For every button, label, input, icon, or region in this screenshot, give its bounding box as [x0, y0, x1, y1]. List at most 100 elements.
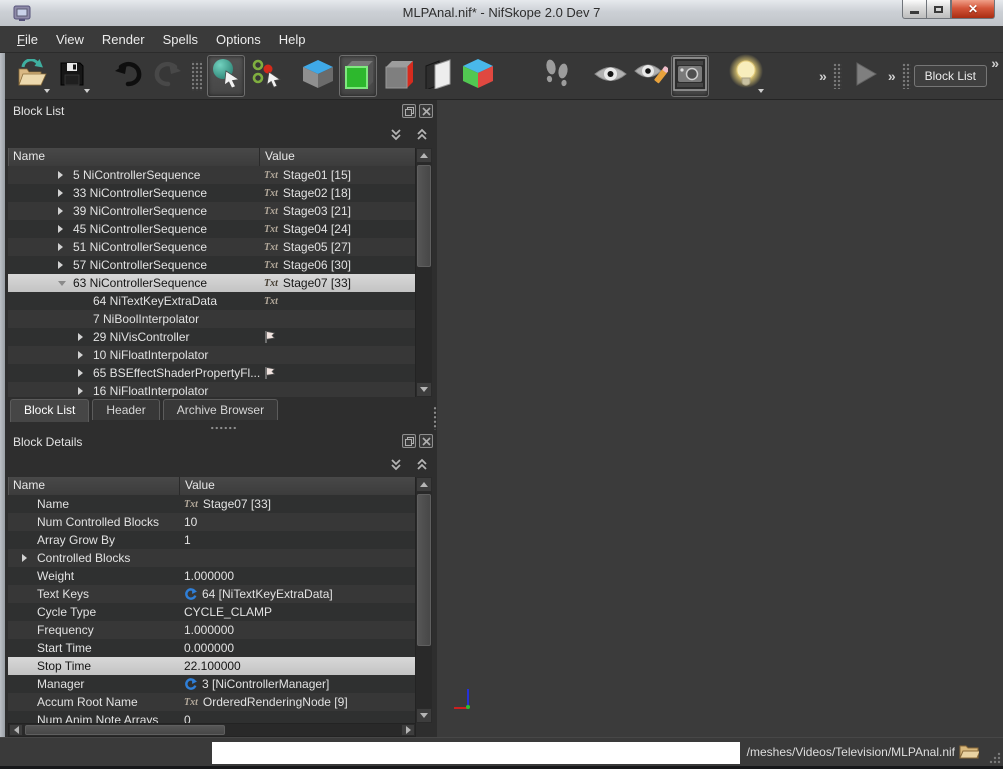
column-header-value[interactable]: Value: [260, 148, 415, 166]
close-panel-button[interactable]: [419, 434, 433, 448]
block-list-row[interactable]: 7 NiBoolInterpolator: [8, 310, 415, 328]
undo-button[interactable]: [109, 55, 147, 97]
expander-collapsed-icon[interactable]: [58, 171, 73, 179]
rgb-cube-button[interactable]: [459, 55, 497, 97]
eye-button[interactable]: [591, 55, 629, 97]
toolbar-extension-chevron[interactable]: »: [991, 56, 999, 70]
block-details-row[interactable]: Controlled Blocks: [8, 549, 415, 567]
expander-collapsed-icon[interactable]: [22, 554, 37, 562]
close-panel-button[interactable]: [419, 104, 433, 118]
toolbar-drag-handle[interactable]: [833, 63, 842, 89]
block-list-row[interactable]: 65 BSEffectShaderPropertyFl...: [8, 364, 415, 382]
cube-red-side-button[interactable]: [379, 55, 417, 97]
minimize-button[interactable]: [902, 0, 927, 19]
horizontal-splitter-handle[interactable]: [210, 426, 238, 430]
scroll-thumb[interactable]: [417, 494, 431, 646]
column-header-value[interactable]: Value: [180, 477, 415, 495]
scroll-down-button[interactable]: [416, 382, 432, 397]
expander-collapsed-icon[interactable]: [58, 189, 73, 197]
camera-button[interactable]: [671, 55, 709, 97]
block-list-row[interactable]: 57 NiControllerSequenceTxtStage06 [30]: [8, 256, 415, 274]
statusbar-blank-field[interactable]: [212, 742, 740, 764]
block-list-row[interactable]: 5 NiControllerSequenceTxtStage01 [15]: [8, 166, 415, 184]
block-details-row[interactable]: Accum Root NameTxtOrderedRenderingNode […: [8, 693, 415, 711]
block-list-row[interactable]: 64 NiTextKeyExtraDataTxt: [8, 292, 415, 310]
menu-item-file[interactable]: File: [8, 29, 47, 50]
collapse-all-button[interactable]: [413, 126, 431, 144]
block-list-row[interactable]: 63 NiControllerSequenceTxtStage07 [33]: [8, 274, 415, 292]
expand-all-button[interactable]: [387, 126, 405, 144]
cube-blue-top-button[interactable]: [299, 55, 337, 97]
scroll-up-button[interactable]: [416, 477, 432, 492]
block-list-row[interactable]: 39 NiControllerSequenceTxtStage03 [21]: [8, 202, 415, 220]
tab-header[interactable]: Header: [92, 399, 159, 420]
block-details-row[interactable]: Weight1.000000: [8, 567, 415, 585]
overflow-chevron[interactable]: »: [888, 69, 896, 83]
block-details-vscrollbar[interactable]: [415, 477, 432, 723]
block-details-row[interactable]: NameTxtStage07 [33]: [8, 495, 415, 513]
eye-edit-button[interactable]: [631, 55, 669, 97]
block-details-hscrollbar[interactable]: [8, 723, 416, 737]
block-list-row[interactable]: 33 NiControllerSequenceTxtStage02 [18]: [8, 184, 415, 202]
column-header-name[interactable]: Name: [8, 148, 260, 166]
float-panel-button[interactable]: [402, 434, 416, 448]
footprints-button[interactable]: [537, 55, 575, 97]
scroll-down-button[interactable]: [416, 708, 432, 723]
block-details-row[interactable]: Frequency1.000000: [8, 621, 415, 639]
maximize-button[interactable]: [926, 0, 951, 19]
scroll-thumb[interactable]: [417, 165, 431, 267]
scroll-left-button[interactable]: [9, 724, 23, 736]
block-details-row[interactable]: Num Anim Note Arrays0: [8, 711, 415, 723]
redo-button[interactable]: [149, 55, 187, 97]
expander-collapsed-icon[interactable]: [58, 207, 73, 215]
block-list-toolbar-button[interactable]: Block List: [914, 65, 987, 87]
open-folder-button[interactable]: [959, 743, 979, 760]
block-details-row[interactable]: Array Grow By1: [8, 531, 415, 549]
expander-collapsed-icon[interactable]: [78, 369, 93, 377]
scroll-up-button[interactable]: [416, 148, 432, 163]
expander-collapsed-icon[interactable]: [58, 225, 73, 233]
expander-collapsed-icon[interactable]: [78, 333, 93, 341]
block-details-row[interactable]: Manager3 [NiControllerManager]: [8, 675, 415, 693]
lightbulb-button[interactable]: [727, 55, 765, 97]
block-list-row[interactable]: 16 NiFloatInterpolator: [8, 382, 415, 397]
scroll-right-button[interactable]: [401, 724, 415, 736]
block-list-row[interactable]: 45 NiControllerSequenceTxtStage04 [24]: [8, 220, 415, 238]
expander-collapsed-icon[interactable]: [58, 261, 73, 269]
expander-collapsed-icon[interactable]: [58, 243, 73, 251]
block-details-row[interactable]: Start Time0.000000: [8, 639, 415, 657]
expand-all-button[interactable]: [387, 456, 405, 474]
titlebar[interactable]: MLPAnal.nif* - NifSkope 2.0 Dev 7 ✕: [0, 0, 1003, 27]
block-details-row[interactable]: Stop Time22.100000: [8, 657, 415, 675]
block-details-row[interactable]: Cycle TypeCYCLE_CLAMP: [8, 603, 415, 621]
block-list-vscrollbar[interactable]: [415, 148, 432, 397]
block-list-row[interactable]: 10 NiFloatInterpolator: [8, 346, 415, 364]
menu-item-render[interactable]: Render: [93, 29, 154, 50]
double-sided-button[interactable]: [419, 55, 457, 97]
expander-collapsed-icon[interactable]: [78, 351, 93, 359]
overflow-chevron[interactable]: »: [819, 69, 827, 83]
menu-item-view[interactable]: View: [47, 29, 93, 50]
expander-expanded-icon[interactable]: [58, 281, 73, 286]
resize-grip[interactable]: [989, 751, 1001, 763]
save-button[interactable]: [53, 55, 91, 97]
menu-item-spells[interactable]: Spells: [154, 29, 207, 50]
scroll-thumb[interactable]: [25, 725, 225, 735]
close-button[interactable]: ✕: [951, 0, 995, 19]
render-viewport[interactable]: [437, 100, 1003, 737]
block-details-row[interactable]: Num Controlled Blocks10: [8, 513, 415, 531]
play-button[interactable]: [846, 55, 884, 97]
column-header-name[interactable]: Name: [8, 477, 180, 495]
select-object-button[interactable]: [207, 55, 245, 97]
block-list-row[interactable]: 29 NiVisController: [8, 328, 415, 346]
block-details-row[interactable]: Text Keys64 [NiTextKeyExtraData]: [8, 585, 415, 603]
menu-item-options[interactable]: Options: [207, 29, 270, 50]
open-file-button[interactable]: [13, 55, 51, 97]
menu-item-help[interactable]: Help: [270, 29, 315, 50]
expander-collapsed-icon[interactable]: [78, 387, 93, 395]
tab-archive-browser[interactable]: Archive Browser: [163, 399, 278, 420]
float-panel-button[interactable]: [402, 104, 416, 118]
select-vertex-button[interactable]: [247, 55, 285, 97]
toolbar-drag-handle[interactable]: [902, 63, 911, 89]
tab-block-list[interactable]: Block List: [10, 399, 89, 422]
